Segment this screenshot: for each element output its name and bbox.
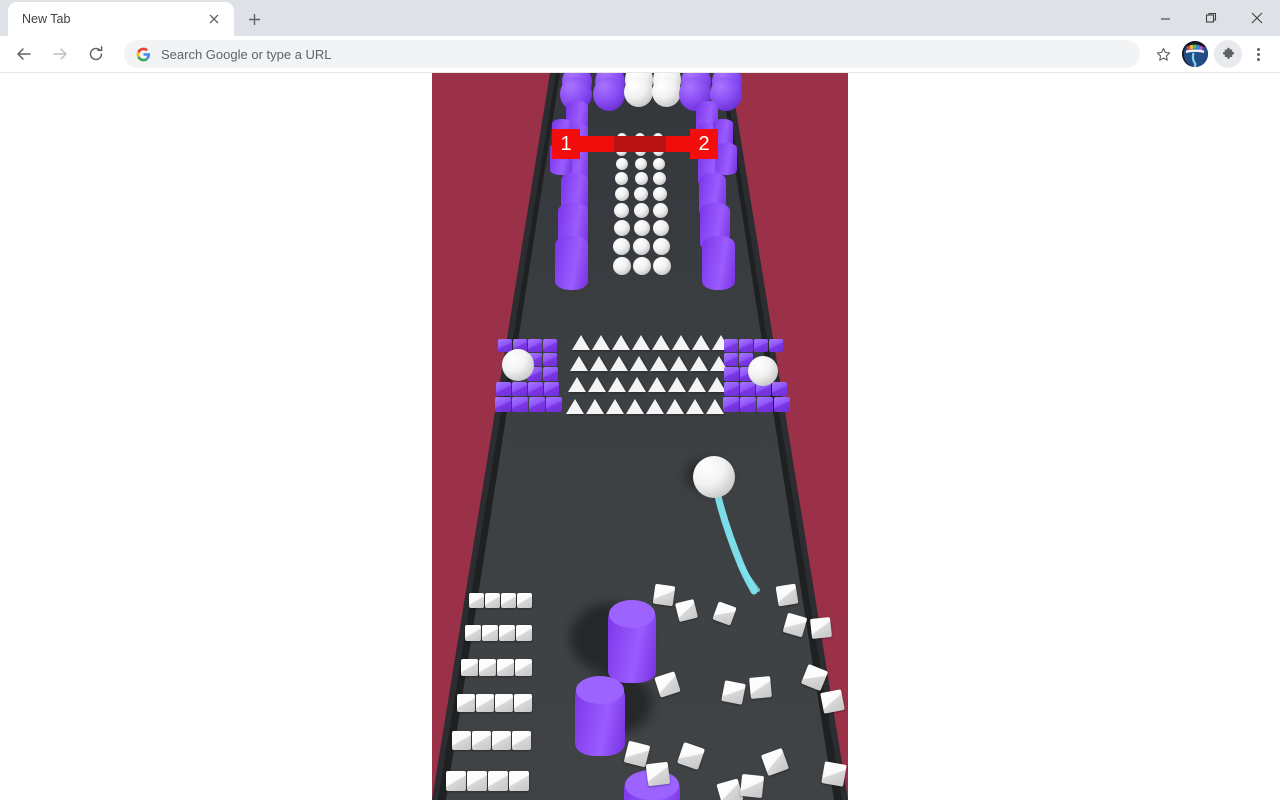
obstacle-field <box>432 73 848 800</box>
forward-button[interactable] <box>44 38 76 70</box>
tab-title: New Tab <box>22 12 71 26</box>
back-button[interactable] <box>8 38 40 70</box>
tab-strip: New Tab <box>0 0 1280 36</box>
white-cube <box>800 663 829 692</box>
minimize-button[interactable] <box>1142 0 1188 36</box>
white-cube <box>782 612 808 638</box>
white-cube <box>712 601 737 626</box>
extensions-puzzle-piece-icon[interactable] <box>1214 40 1242 68</box>
new-tab-button[interactable] <box>240 5 268 33</box>
white-cube <box>721 680 746 705</box>
google-g-icon <box>136 47 151 62</box>
reload-button[interactable] <box>80 38 112 70</box>
white-cube <box>820 689 845 714</box>
maximize-button[interactable] <box>1188 0 1234 36</box>
avatar-icon[interactable] <box>1182 41 1208 67</box>
white-cube <box>760 747 790 777</box>
white-cube <box>821 761 847 787</box>
window-controls <box>1142 0 1280 36</box>
address-bar-input[interactable]: Search Google or type a URL <box>161 47 332 62</box>
menu-dot <box>1256 47 1260 51</box>
menu-dot <box>1256 57 1260 61</box>
purple-cylinder-top <box>609 600 655 628</box>
browser-window: New Tab Search Google or type a URL 1 2 <box>0 0 1280 800</box>
white-cube <box>645 761 671 787</box>
white-cube <box>739 773 765 799</box>
close-window-button[interactable] <box>1234 0 1280 36</box>
white-cube <box>654 671 681 698</box>
tab-close-icon[interactable] <box>204 9 224 29</box>
three-dot-menu-icon[interactable] <box>1244 40 1272 68</box>
white-cube <box>810 617 832 639</box>
bookmark-star-icon[interactable] <box>1148 39 1178 69</box>
game-canvas[interactable]: 1 2 <box>432 73 848 800</box>
browser-toolbar: Search Google or type a URL <box>0 36 1280 73</box>
menu-dot <box>1256 52 1260 56</box>
page-viewport: 1 2 <box>0 73 1280 800</box>
white-cube <box>652 583 676 607</box>
address-bar[interactable]: Search Google or type a URL <box>124 40 1140 68</box>
purple-cylinder-top <box>576 676 624 704</box>
white-cube <box>677 742 705 770</box>
white-cube <box>775 583 799 607</box>
white-cube <box>749 676 772 699</box>
tab-new-tab[interactable]: New Tab <box>8 2 234 36</box>
white-cube <box>674 598 699 623</box>
